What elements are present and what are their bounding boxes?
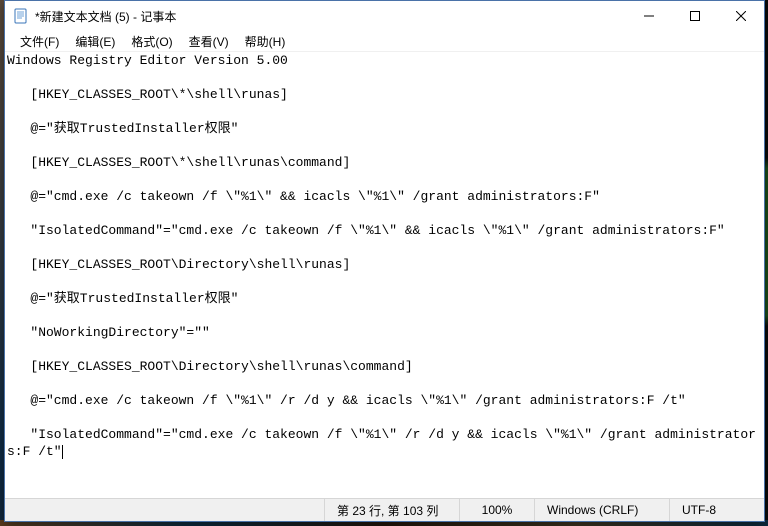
status-encoding: UTF-8 <box>669 499 764 521</box>
status-lead <box>5 499 324 521</box>
title-bar[interactable]: *新建文本文档 (5) - 记事本 <box>5 1 764 31</box>
text-caret <box>62 445 63 459</box>
status-zoom: 100% <box>459 499 534 521</box>
maximize-button[interactable] <box>672 1 718 31</box>
status-eol: Windows (CRLF) <box>534 499 669 521</box>
menu-view[interactable]: 查看(V) <box>182 32 236 51</box>
minimize-button[interactable] <box>626 1 672 31</box>
status-bar: 第 23 行, 第 103 列 100% Windows (CRLF) UTF-… <box>5 498 764 521</box>
menu-edit[interactable]: 编辑(E) <box>68 32 122 51</box>
menu-bar: 文件(F) 编辑(E) 格式(O) 查看(V) 帮助(H) <box>5 31 764 52</box>
window-title: *新建文本文档 (5) - 记事本 <box>35 8 176 25</box>
text-editor[interactable]: Windows Registry Editor Version 5.00 [HK… <box>5 52 764 498</box>
menu-help[interactable]: 帮助(H) <box>238 32 293 51</box>
notepad-window: *新建文本文档 (5) - 记事本 文件(F) 编辑(E) 格式(O) 查看(V… <box>4 0 765 522</box>
app-icon <box>13 8 29 24</box>
menu-format[interactable]: 格式(O) <box>124 32 179 51</box>
editor-content: Windows Registry Editor Version 5.00 [HK… <box>7 53 756 459</box>
close-button[interactable] <box>718 1 764 31</box>
status-position: 第 23 行, 第 103 列 <box>324 499 459 521</box>
window-controls <box>626 1 764 31</box>
menu-file[interactable]: 文件(F) <box>13 32 66 51</box>
